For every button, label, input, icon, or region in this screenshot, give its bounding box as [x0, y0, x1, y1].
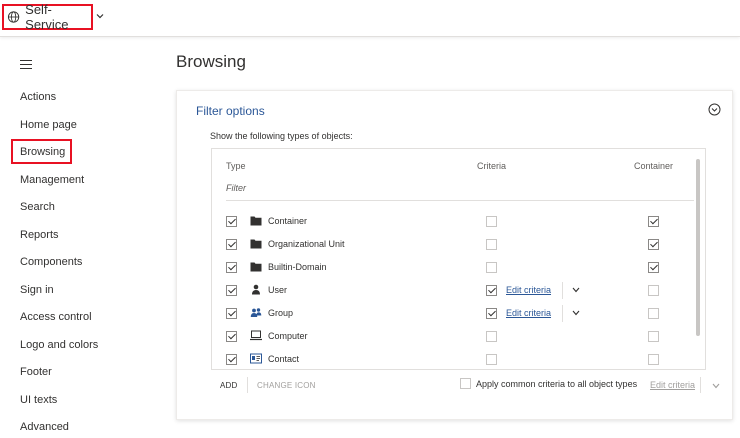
- apply-common-criteria-checkbox[interactable]: [460, 378, 471, 389]
- container-checkbox[interactable]: [648, 285, 659, 296]
- object-types-grid: Type Criteria Container Filter Container…: [211, 148, 706, 370]
- row-select-checkbox[interactable]: [226, 354, 237, 365]
- card-subtitle: Show the following types of objects:: [210, 131, 353, 141]
- table-row: Group Edit criteria: [212, 302, 692, 325]
- column-header-criteria: Criteria: [477, 161, 507, 171]
- column-header-container: Container: [634, 161, 674, 171]
- footer-edit-criteria-link[interactable]: Edit criteria: [650, 380, 695, 390]
- globe-icon: [7, 11, 20, 23]
- sidebar-item-actions[interactable]: Actions: [20, 91, 56, 103]
- filter-options-card: Filter options Show the following types …: [176, 90, 733, 420]
- sidebar-item-management[interactable]: Management: [20, 174, 84, 186]
- computer-icon: [250, 330, 262, 341]
- folder-icon: [250, 239, 262, 249]
- criteria-checkbox[interactable]: [486, 308, 497, 319]
- row-select-checkbox[interactable]: [226, 308, 237, 319]
- container-checkbox[interactable]: [648, 331, 659, 342]
- row-label: Computer: [268, 331, 308, 341]
- chevron-down-icon[interactable]: [572, 310, 580, 316]
- container-checkbox[interactable]: [648, 308, 659, 319]
- sidebar-item-footer[interactable]: Footer: [20, 366, 52, 378]
- row-label: Contact: [268, 354, 300, 364]
- change-icon-button[interactable]: CHANGE ICON: [257, 381, 316, 390]
- add-button[interactable]: ADD: [220, 381, 238, 390]
- app-name: Self-Service: [25, 2, 69, 32]
- row-label: Builtin-Domain: [268, 262, 327, 272]
- app-switcher[interactable]: Self-Service: [2, 2, 93, 32]
- table-row: Computer: [212, 325, 692, 348]
- sidebar-item-advanced[interactable]: Advanced: [20, 421, 69, 433]
- criteria-checkbox[interactable]: [486, 354, 497, 365]
- criteria-checkbox[interactable]: [486, 331, 497, 342]
- divider: [562, 282, 563, 299]
- sidebar-item-logo-and-colors[interactable]: Logo and colors: [20, 339, 98, 351]
- row-select-checkbox[interactable]: [226, 216, 237, 227]
- filter-underline: [226, 200, 694, 201]
- page-title: Browsing: [176, 52, 246, 71]
- hamburger-menu-icon[interactable]: [20, 60, 32, 70]
- sidebar-item-search[interactable]: Search: [20, 201, 55, 213]
- row-label: Group: [268, 308, 294, 318]
- sidebar-item-ui-texts[interactable]: UI texts: [20, 394, 57, 406]
- row-label: Container: [268, 216, 308, 226]
- column-header-type: Type: [226, 161, 246, 171]
- row-select-checkbox[interactable]: [226, 239, 237, 250]
- folder-icon: [250, 216, 262, 226]
- sidebar-item-components[interactable]: Components: [20, 256, 82, 268]
- container-checkbox[interactable]: [648, 262, 659, 273]
- vertical-scrollbar[interactable]: [696, 159, 700, 336]
- table-row: Organizational Unit: [212, 233, 692, 256]
- sidebar-item-reports[interactable]: Reports: [20, 229, 59, 241]
- sidebar-item-browsing[interactable]: Browsing: [11, 139, 73, 164]
- filter-input[interactable]: Filter: [226, 183, 246, 193]
- edit-criteria-link[interactable]: Edit criteria: [506, 308, 551, 318]
- table-row: Container: [212, 210, 692, 233]
- criteria-checkbox[interactable]: [486, 285, 497, 296]
- row-label: User: [268, 285, 288, 295]
- chevron-down-icon[interactable]: [712, 383, 720, 389]
- row-select-checkbox[interactable]: [226, 285, 237, 296]
- criteria-checkbox[interactable]: [486, 262, 497, 273]
- chevron-down-icon[interactable]: [572, 287, 580, 293]
- container-checkbox[interactable]: [648, 239, 659, 250]
- chevron-down-icon[interactable]: [96, 12, 104, 20]
- sidebar-item-access-control[interactable]: Access control: [20, 311, 92, 323]
- card-footer: ADD CHANGE ICON Apply common criteria to…: [211, 375, 731, 395]
- user-icon: [252, 284, 260, 295]
- contact-card-icon: [250, 353, 262, 364]
- container-checkbox[interactable]: [648, 354, 659, 365]
- table-row: Contact: [212, 348, 692, 369]
- table-row: User Edit criteria: [212, 279, 692, 302]
- container-checkbox[interactable]: [648, 216, 659, 227]
- sidebar-item-home-page[interactable]: Home page: [20, 119, 77, 131]
- sidebar-item-sign-in[interactable]: Sign in: [20, 284, 54, 296]
- divider: [247, 377, 248, 393]
- group-icon: [250, 308, 262, 317]
- criteria-checkbox[interactable]: [486, 239, 497, 250]
- criteria-checkbox[interactable]: [486, 216, 497, 227]
- row-select-checkbox[interactable]: [226, 262, 237, 273]
- card-title: Filter options: [196, 104, 265, 118]
- apply-common-criteria-label: Apply common criteria to all object type…: [476, 379, 638, 389]
- divider: [700, 377, 701, 393]
- row-select-checkbox[interactable]: [226, 331, 237, 342]
- divider: [562, 305, 563, 322]
- row-label: Organizational Unit: [268, 239, 345, 249]
- top-bar: Self-Service: [0, 0, 740, 37]
- edit-criteria-link[interactable]: Edit criteria: [506, 285, 551, 295]
- table-row: Builtin-Domain: [212, 256, 692, 279]
- collapse-chevron-icon[interactable]: [708, 103, 721, 116]
- folder-icon: [250, 262, 262, 272]
